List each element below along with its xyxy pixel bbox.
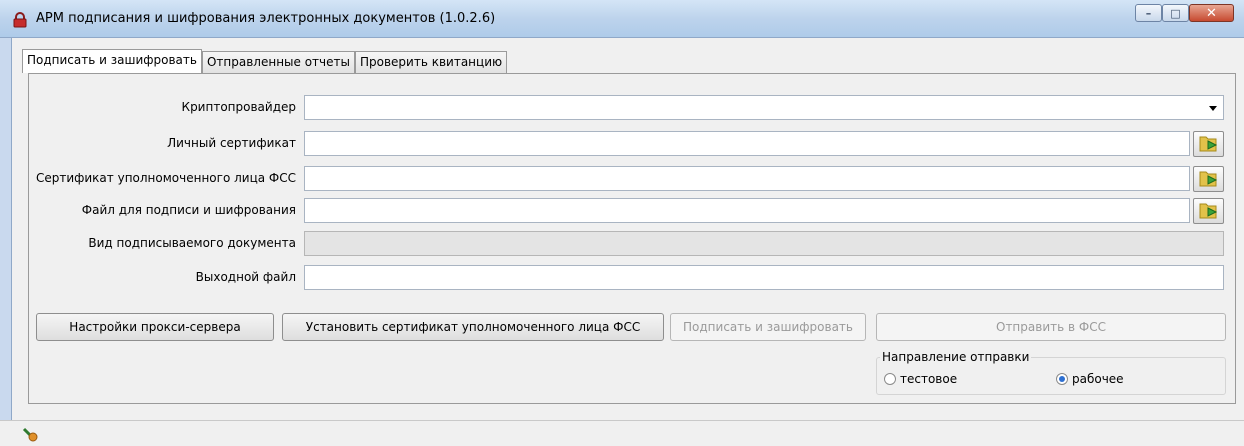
direction-prod-label: рабочее xyxy=(1072,372,1124,386)
connection-icon xyxy=(22,427,38,442)
sign-file-input[interactable] xyxy=(304,198,1190,223)
minimize-icon: – xyxy=(1145,6,1152,20)
fss-cert-input[interactable] xyxy=(304,166,1190,191)
direction-test-radio[interactable]: тестовое xyxy=(884,372,957,386)
personal-cert-label: Личный сертификат xyxy=(167,136,296,150)
direction-prod-radio[interactable]: рабочее xyxy=(1056,372,1124,386)
crypto-provider-select[interactable] xyxy=(304,95,1224,120)
title-bar: АРМ подписания и шифрования электронных … xyxy=(0,0,1244,38)
doc-type-label: Вид подписываемого документа xyxy=(88,236,296,250)
radio-checked-icon xyxy=(1056,373,1068,385)
sign-file-label: Файл для подписи и шифрования xyxy=(81,203,296,217)
window-left-border xyxy=(0,38,12,446)
output-file-label: Выходной файл xyxy=(195,270,296,284)
tab-sign-encrypt[interactable]: Подписать и зашифровать xyxy=(22,49,202,73)
tab-bar: Подписать и зашифровать Отправленные отч… xyxy=(22,49,508,73)
maximize-button[interactable]: □ xyxy=(1162,4,1189,22)
direction-title: Направление отправки xyxy=(880,350,1032,364)
personal-cert-input[interactable] xyxy=(304,131,1190,156)
lock-icon xyxy=(13,12,27,28)
open-folder-icon xyxy=(1199,203,1218,219)
close-icon: ✕ xyxy=(1206,5,1217,21)
tab-sent-reports[interactable]: Отправленные отчеты xyxy=(201,51,355,73)
chevron-down-icon xyxy=(1209,106,1217,111)
proxy-settings-button[interactable]: Настройки прокси-сервера xyxy=(36,313,274,341)
open-folder-icon xyxy=(1199,136,1218,152)
open-folder-icon xyxy=(1199,171,1218,187)
tab-check-receipt[interactable]: Проверить квитанцию xyxy=(354,51,508,73)
window-title: АРМ подписания и шифрования электронных … xyxy=(36,11,496,26)
fss-cert-label: Сертификат уполномоченного лица ФСС xyxy=(35,171,296,185)
sign-encrypt-button[interactable]: Подписать и зашифровать xyxy=(670,313,866,341)
status-bar xyxy=(0,420,1244,446)
doc-type-field xyxy=(304,231,1224,256)
output-file-input[interactable] xyxy=(304,265,1224,290)
maximize-icon: □ xyxy=(1170,6,1181,20)
fss-cert-browse-button[interactable] xyxy=(1193,166,1224,192)
sign-file-browse-button[interactable] xyxy=(1193,198,1224,224)
crypto-provider-label: Криптопровайдер xyxy=(181,100,296,114)
personal-cert-browse-button[interactable] xyxy=(1193,131,1224,157)
send-to-fss-button[interactable]: Отправить в ФСС xyxy=(876,313,1226,341)
direction-test-label: тестовое xyxy=(900,372,958,386)
radio-unchecked-icon xyxy=(884,373,896,385)
install-fss-cert-button[interactable]: Установить сертификат уполномоченного ли… xyxy=(282,313,664,341)
close-button[interactable]: ✕ xyxy=(1189,4,1234,22)
minimize-button[interactable]: – xyxy=(1135,4,1162,22)
